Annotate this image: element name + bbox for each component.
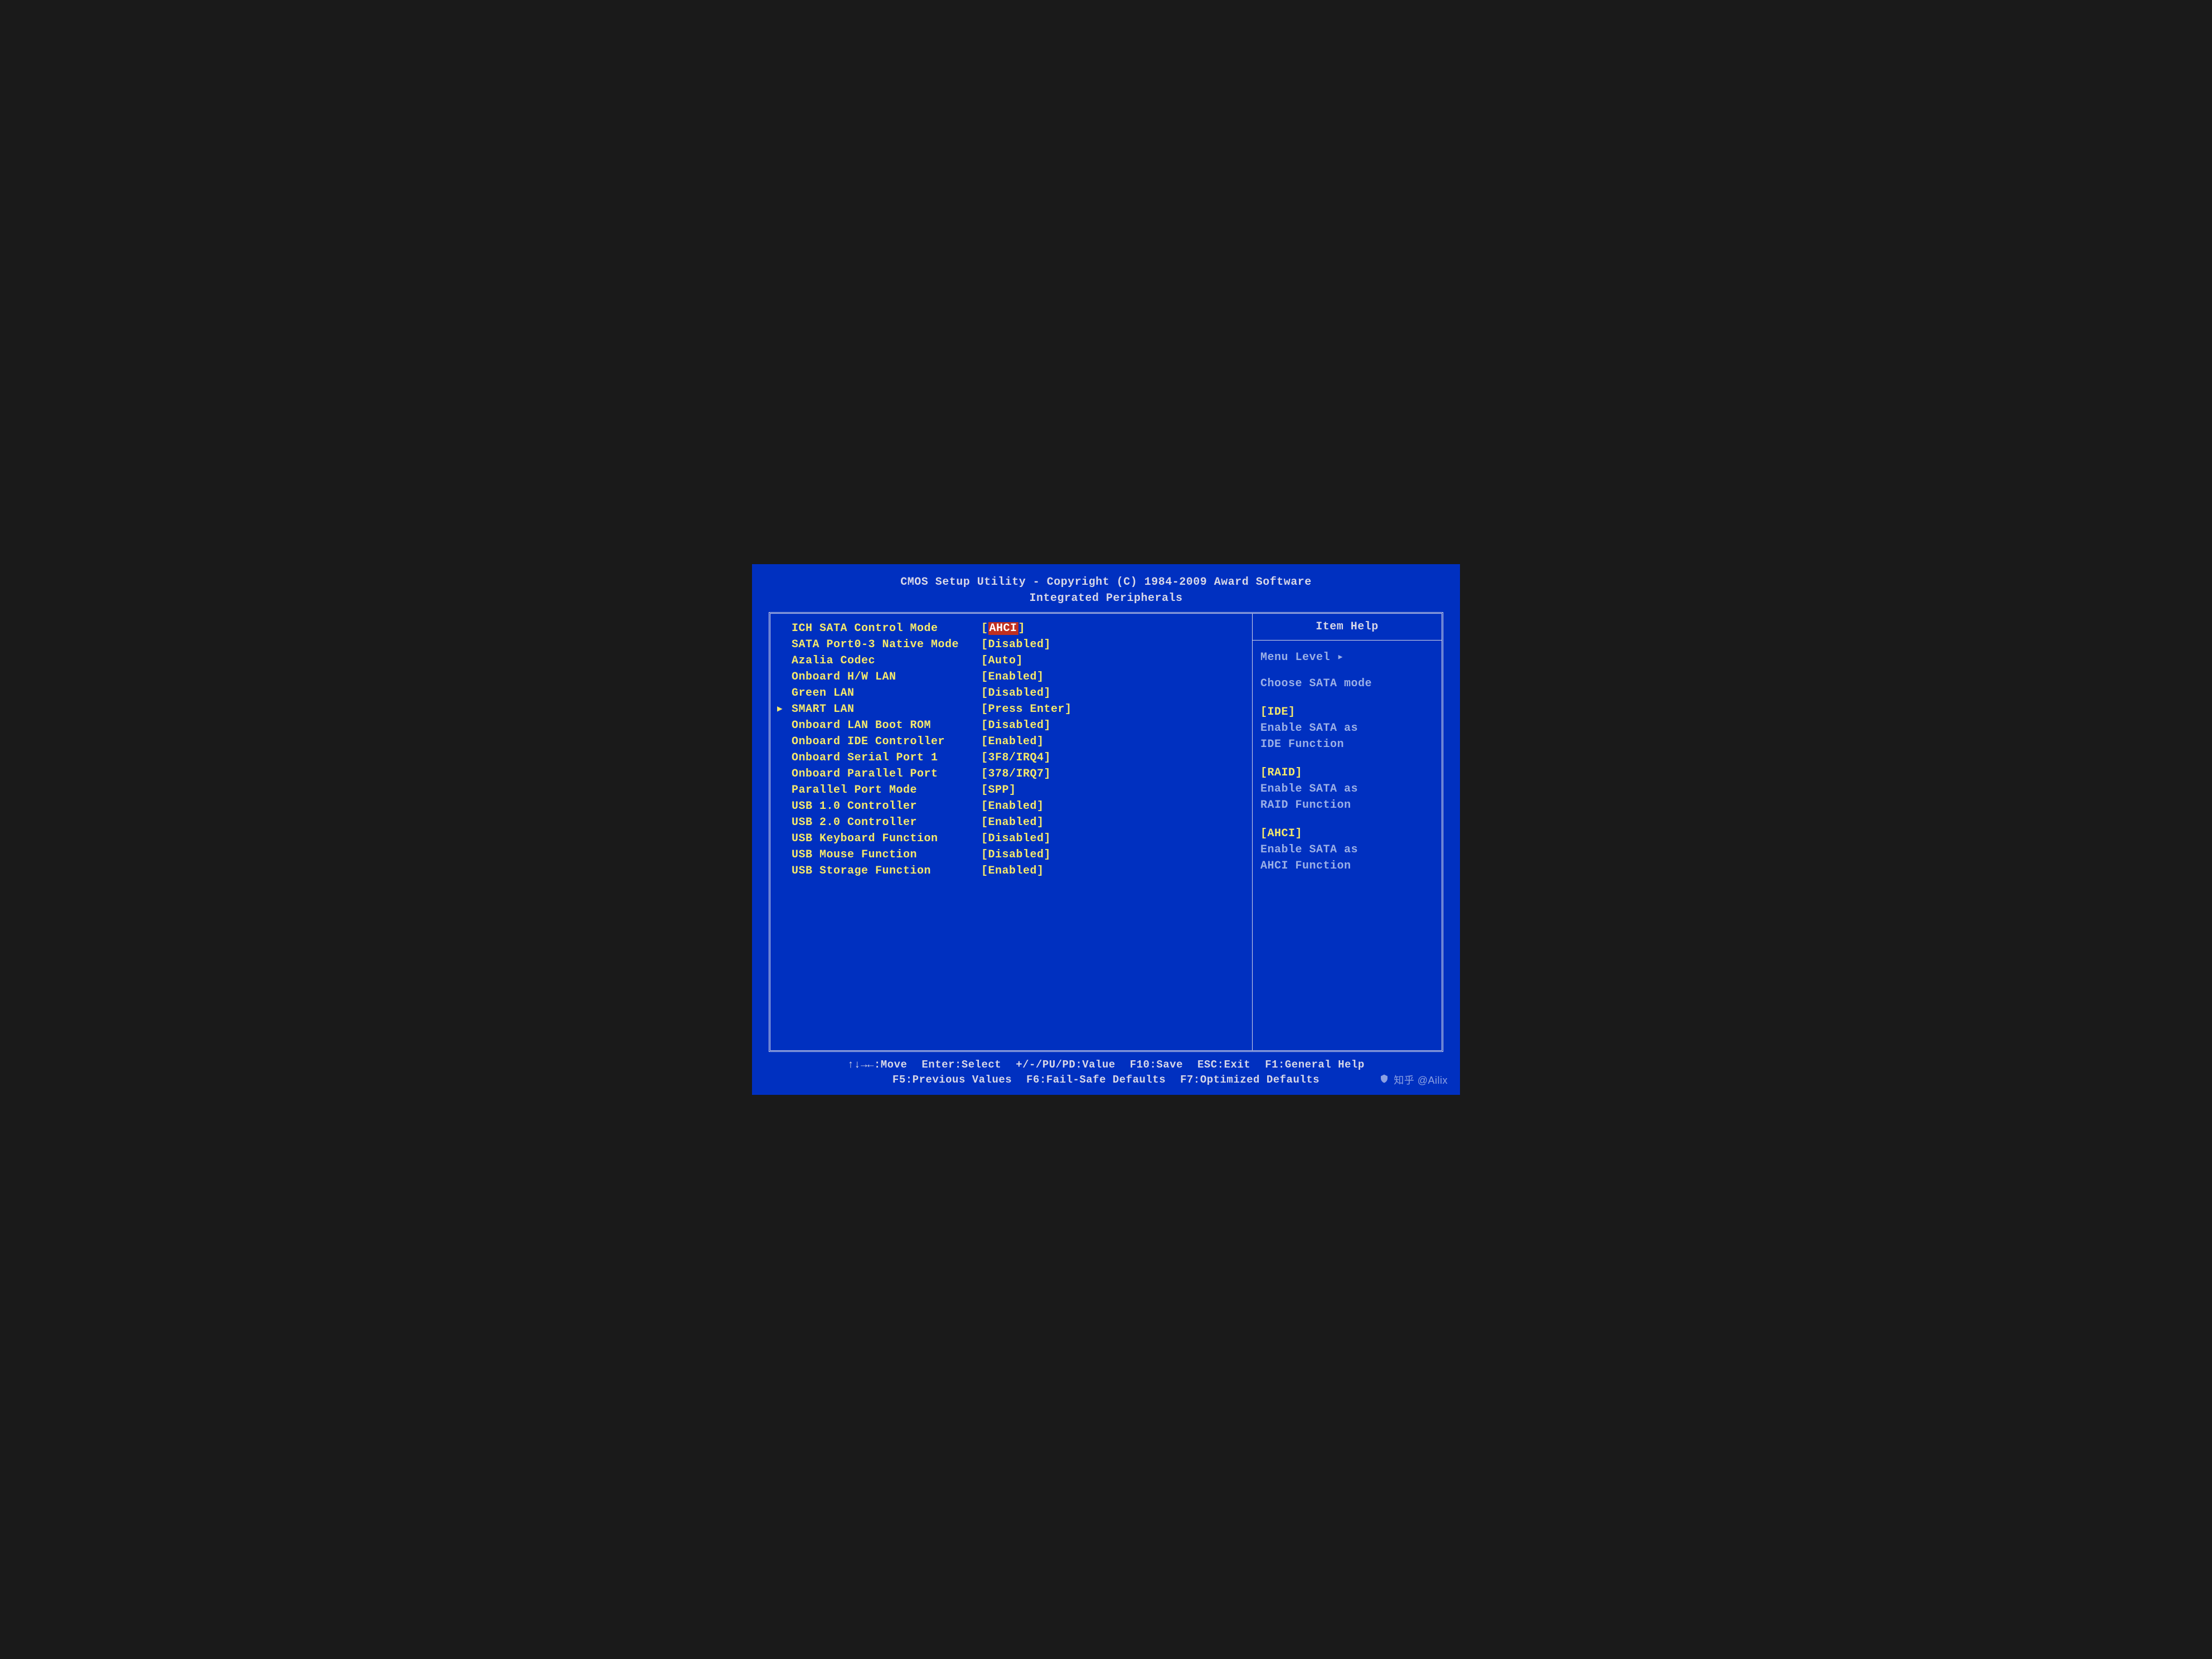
footer-hint: F1:General Help [1265, 1058, 1365, 1073]
help-option-head: [AHCI] [1260, 826, 1434, 842]
setting-row[interactable]: USB Keyboard Function[Disabled] [776, 831, 1246, 847]
setting-value[interactable]: [Enabled] [981, 798, 1044, 814]
setting-label: Onboard Serial Port 1 [792, 750, 981, 766]
help-option-desc: Enable SATA as [1260, 842, 1434, 858]
setting-value[interactable]: [Enabled] [981, 734, 1044, 750]
help-title: Item Help [1253, 614, 1442, 641]
help-option-desc: AHCI Function [1260, 858, 1434, 874]
setting-value[interactable]: [SPP] [981, 782, 1016, 798]
help-option-desc: Enable SATA as [1260, 720, 1434, 736]
help-option-head: [RAID] [1260, 765, 1434, 781]
setting-value[interactable]: [Enabled] [981, 669, 1044, 685]
footer-hint: F10:Save [1130, 1058, 1183, 1073]
setting-row[interactable]: Onboard Serial Port 1[3F8/IRQ4] [776, 750, 1246, 766]
setting-label: Azalia Codec [792, 653, 981, 669]
setting-row[interactable]: Azalia Codec[Auto] [776, 653, 1246, 669]
setting-label: SMART LAN [792, 701, 981, 717]
watermark: 知乎 @Ailix [1379, 1073, 1448, 1087]
setting-row[interactable]: Green LAN[Disabled] [776, 685, 1246, 701]
setting-value[interactable]: [Press Enter] [981, 701, 1072, 717]
help-option-desc: IDE Function [1260, 736, 1434, 753]
setting-label: USB Mouse Function [792, 847, 981, 863]
setting-row[interactable]: Onboard H/W LAN[Enabled] [776, 669, 1246, 685]
setting-value[interactable]: [3F8/IRQ4] [981, 750, 1051, 766]
menu-level: Menu Level ▸ [1260, 649, 1434, 666]
setting-label: Onboard IDE Controller [792, 734, 981, 750]
help-option: [IDE]Enable SATA asIDE Function [1260, 704, 1434, 753]
setting-row[interactable]: Onboard IDE Controller[Enabled] [776, 734, 1246, 750]
setting-label: SATA Port0-3 Native Mode [792, 637, 981, 653]
settings-panel: ICH SATA Control Mode[AHCI]SATA Port0-3 … [770, 614, 1252, 1050]
setting-label: USB Storage Function [792, 863, 981, 879]
setting-row[interactable]: Parallel Port Mode[SPP] [776, 782, 1246, 798]
setting-value[interactable]: [Enabled] [981, 863, 1044, 879]
setting-label: USB 1.0 Controller [792, 798, 981, 814]
footer-hint: F5:Previous Values [892, 1073, 1012, 1088]
footer-hint: ESC:Exit [1197, 1058, 1250, 1073]
setting-label: Onboard LAN Boot ROM [792, 717, 981, 734]
submenu-marker-icon: ▶ [777, 703, 783, 716]
setting-value[interactable]: [Enabled] [981, 814, 1044, 831]
setting-value[interactable]: [AHCI] [981, 620, 1025, 637]
setting-value[interactable]: [Disabled] [981, 717, 1051, 734]
setting-label: Parallel Port Mode [792, 782, 981, 798]
help-option: [AHCI]Enable SATA asAHCI Function [1260, 826, 1434, 874]
setting-value[interactable]: [Auto] [981, 653, 1023, 669]
setting-row[interactable]: Onboard LAN Boot ROM[Disabled] [776, 717, 1246, 734]
setting-label: Green LAN [792, 685, 981, 701]
setting-row[interactable]: USB 2.0 Controller[Enabled] [776, 814, 1246, 831]
setting-value[interactable]: [Disabled] [981, 637, 1051, 653]
help-context: Choose SATA mode [1260, 676, 1434, 692]
setting-label: Onboard H/W LAN [792, 669, 981, 685]
footer-hint: F6:Fail-Safe Defaults [1026, 1073, 1166, 1088]
footer-hint: ↑↓→←:Move [847, 1058, 907, 1073]
help-option-head: [IDE] [1260, 704, 1434, 720]
help-option-desc: RAID Function [1260, 797, 1434, 813]
help-panel: Item Help Menu Level ▸ Choose SATA mode … [1252, 614, 1442, 1050]
setting-label: Onboard Parallel Port [792, 766, 981, 782]
main-box: ICH SATA Control Mode[AHCI]SATA Port0-3 … [769, 612, 1443, 1052]
setting-row[interactable]: Onboard Parallel Port[378/IRQ7] [776, 766, 1246, 782]
footer-hint: Enter:Select [921, 1058, 1001, 1073]
setting-label: USB 2.0 Controller [792, 814, 981, 831]
help-option: [RAID]Enable SATA asRAID Function [1260, 765, 1434, 813]
footer-hint: +/-/PU/PD:Value [1016, 1058, 1115, 1073]
setting-label: USB Keyboard Function [792, 831, 981, 847]
setting-value[interactable]: [Disabled] [981, 831, 1051, 847]
header-line-1: CMOS Setup Utility - Copyright (C) 1984-… [769, 574, 1443, 590]
footer: ↑↓→←:Move Enter:Select +/-/PU/PD:Value F10:… [769, 1058, 1443, 1088]
setting-row[interactable]: USB Storage Function[Enabled] [776, 863, 1246, 879]
footer-row-1: ↑↓→←:Move Enter:Select +/-/PU/PD:Value F10:… [769, 1058, 1443, 1073]
setting-row[interactable]: USB Mouse Function[Disabled] [776, 847, 1246, 863]
help-body: Menu Level ▸ Choose SATA mode [IDE]Enabl… [1253, 641, 1442, 895]
setting-row[interactable]: USB 1.0 Controller[Enabled] [776, 798, 1246, 814]
setting-value[interactable]: [Disabled] [981, 847, 1051, 863]
setting-value[interactable]: [Disabled] [981, 685, 1051, 701]
header: CMOS Setup Utility - Copyright (C) 1984-… [769, 574, 1443, 607]
watermark-text: 知乎 @Ailix [1394, 1073, 1448, 1087]
footer-hint: F7:Optimized Defaults [1180, 1073, 1320, 1088]
footer-row-2: F5:Previous Values F6:Fail-Safe Defaults F… [769, 1073, 1443, 1088]
setting-row[interactable]: SATA Port0-3 Native Mode[Disabled] [776, 637, 1246, 653]
bios-screen: CMOS Setup Utility - Copyright (C) 1984-… [752, 564, 1460, 1095]
setting-row[interactable]: ICH SATA Control Mode[AHCI] [776, 620, 1246, 637]
watermark-icon [1379, 1074, 1389, 1086]
header-line-2: Integrated Peripherals [769, 590, 1443, 607]
setting-value[interactable]: [378/IRQ7] [981, 766, 1051, 782]
setting-row[interactable]: ▶ SMART LAN[Press Enter] [776, 701, 1246, 717]
setting-label: ICH SATA Control Mode [792, 620, 981, 637]
help-option-desc: Enable SATA as [1260, 781, 1434, 797]
